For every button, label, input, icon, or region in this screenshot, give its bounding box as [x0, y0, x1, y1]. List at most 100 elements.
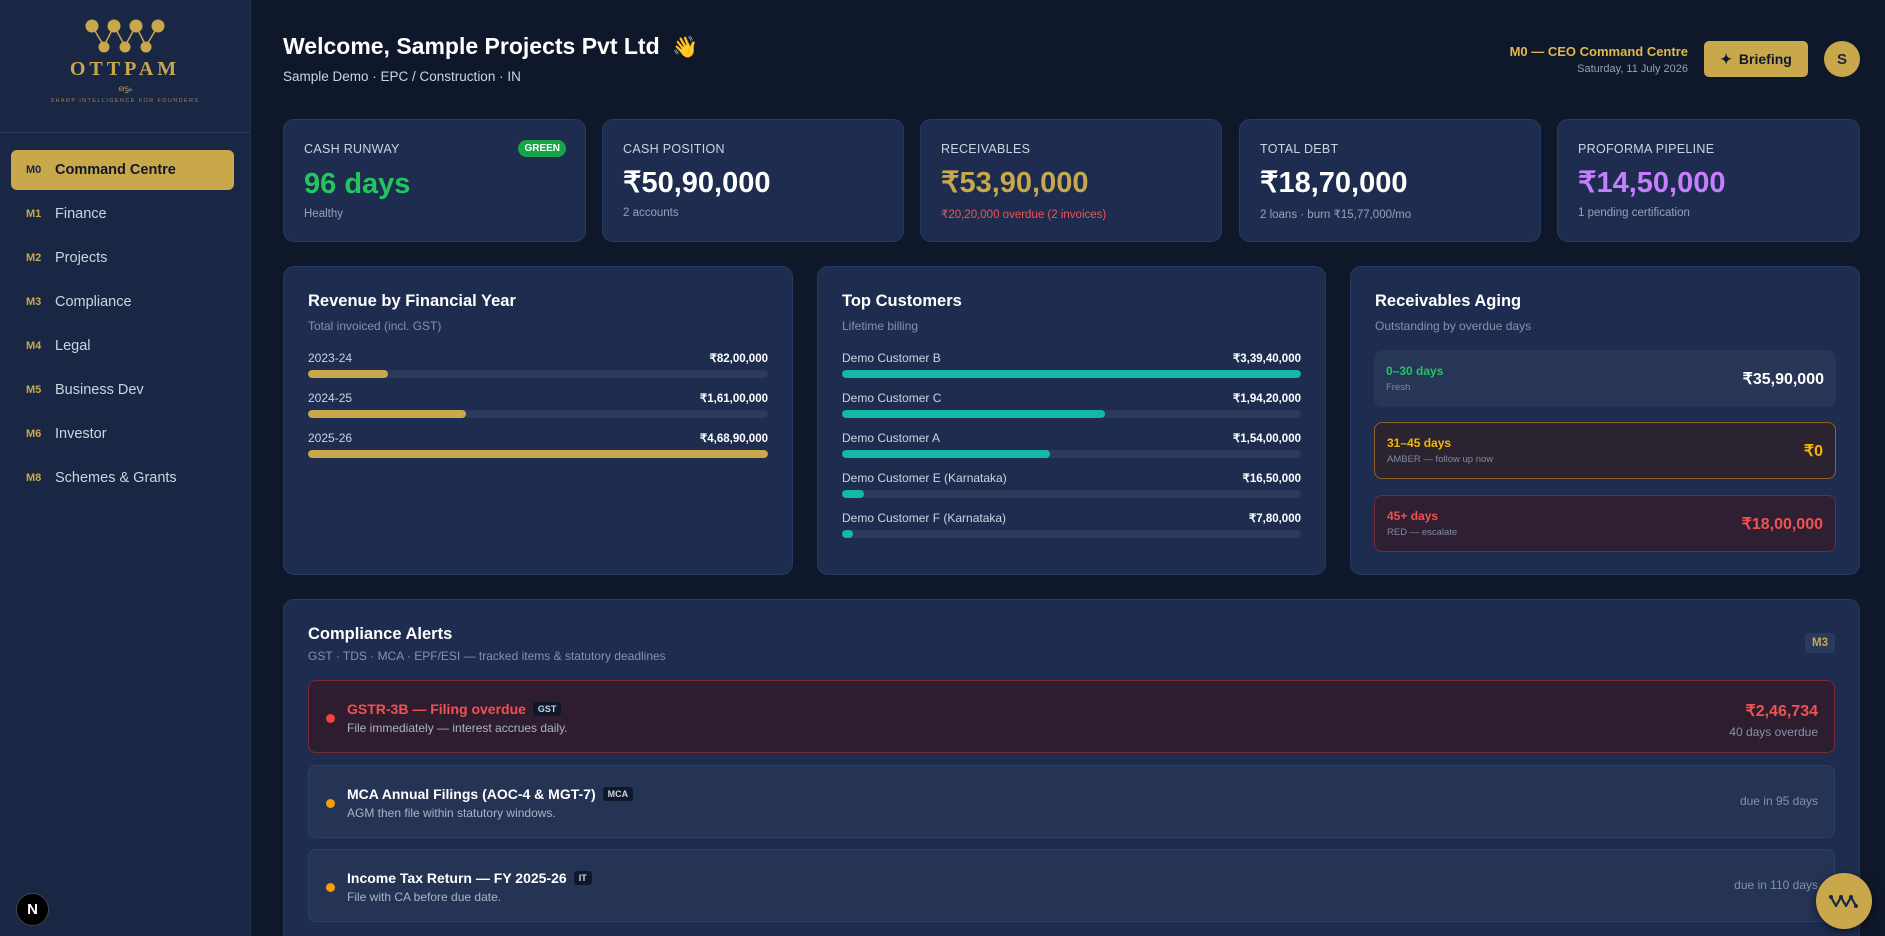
kpi-card-cash-runway: CASH RUNWAY GREEN 96 days Healthy	[283, 119, 586, 242]
bar-value: ₹1,94,20,000	[1232, 393, 1301, 405]
bar-label: Demo Customer A	[842, 431, 941, 445]
aging-bucket-red[interactable]: 45+ days RED — escalate ₹18,00,000	[1374, 495, 1836, 552]
kpi-card-receivables: RECEIVABLES ₹53,90,000 ₹20,20,000 overdu…	[920, 119, 1222, 242]
bar-label: Demo Customer B	[842, 351, 941, 365]
bar-fill	[842, 490, 865, 498]
nav-label: Compliance	[55, 294, 132, 310]
brand-logo[interactable]: OTTPAM ഒട്ടം SHARP INTELLIGENCE FOR FOUN…	[0, 0, 250, 133]
top-customers-panel: Top Customers Lifetime billing Demo Cust…	[817, 266, 1326, 575]
bar-header: Demo Customer C ₹1,94,20,000	[842, 391, 1301, 405]
bar-track	[842, 450, 1301, 458]
revenue-panel: Revenue by Financial Year Total invoiced…	[283, 266, 793, 575]
command-centre-label: M0 — CEO Command Centre	[1509, 44, 1688, 59]
nav-label: Projects	[55, 250, 108, 266]
aging-bucket-fresh[interactable]: 0–30 days Fresh ₹35,90,000	[1374, 350, 1836, 407]
panel-title: Top Customers	[842, 292, 962, 310]
alert-income-tax-return[interactable]: Income Tax Return — FY 2025-26 IT File w…	[308, 849, 1835, 922]
revenue-bar-row[interactable]: 2024-25 ₹1,61,00,000	[308, 391, 768, 431]
bar-value: ₹7,80,000	[1248, 513, 1301, 525]
kpi-label: PROFORMA PIPELINE	[1578, 142, 1715, 156]
bar-header: Demo Customer A ₹1,54,00,000	[842, 431, 1301, 445]
revenue-bar-row[interactable]: 2023-24 ₹82,00,000	[308, 351, 768, 391]
aging-bucket-amber[interactable]: 31–45 days AMBER — follow up now ₹0	[1374, 422, 1836, 479]
kpi-label: TOTAL DEBT	[1260, 142, 1339, 156]
bar-track	[842, 370, 1301, 378]
customer-bar-row[interactable]: Demo Customer B ₹3,39,40,000	[842, 351, 1301, 391]
customer-bar-row[interactable]: Demo Customer A ₹1,54,00,000	[842, 431, 1301, 471]
sidebar-item-business-dev[interactable]: M5 Business Dev	[11, 370, 234, 410]
customer-bar-row[interactable]: Demo Customer C ₹1,94,20,000	[842, 391, 1301, 431]
bar-fill	[308, 410, 466, 418]
sidebar-item-legal[interactable]: M4 Legal	[11, 326, 234, 366]
sidebar-item-schemes-grants[interactable]: M8 Schemes & Grants	[11, 458, 234, 498]
brand-tagline: SHARP INTELLIGENCE FOR FOUNDERS	[50, 98, 200, 104]
bar-fill	[842, 530, 853, 538]
panel-subtitle: GST · TDS · MCA · EPF/ESI — tracked item…	[308, 649, 666, 663]
nav-code: M0	[26, 164, 42, 176]
nav-label: Legal	[55, 338, 91, 354]
bar-label: 2025-26	[308, 431, 353, 445]
sparkle-icon: ✦	[1720, 50, 1732, 67]
ottpam-logo-icon	[85, 19, 165, 53]
company-meta: Sample Demo · EPC / Construction · IN	[283, 69, 521, 84]
bar-value: ₹1,61,00,000	[699, 393, 768, 405]
header-context: M0 — CEO Command Centre Saturday, 11 Jul…	[1510, 44, 1688, 75]
sidebar-item-compliance[interactable]: M3 Compliance	[11, 282, 234, 322]
kpi-label: CASH POSITION	[623, 142, 725, 156]
aging-note: Fresh	[1386, 382, 1411, 393]
assistant-fab[interactable]	[1816, 873, 1872, 929]
alert-gstr3b[interactable]: GSTR-3B — Filing overdue GST File immedi…	[308, 680, 1835, 753]
alert-tag: GST	[532, 702, 562, 716]
aging-value: ₹18,00,000	[1741, 515, 1823, 533]
nav-code: M8	[26, 472, 42, 484]
status-dot	[326, 883, 335, 892]
bar-value: ₹16,50,000	[1242, 473, 1301, 485]
aging-label: 31–45 days	[1387, 436, 1452, 450]
bar-header: 2024-25 ₹1,61,00,000	[308, 391, 768, 405]
sidebar-item-investor[interactable]: M6 Investor	[11, 414, 234, 454]
briefing-label: Briefing	[1738, 51, 1792, 67]
nav-label: Business Dev	[55, 382, 144, 398]
kpi-sub: 2 loans · burn ₹15,77,000/mo	[1260, 209, 1412, 221]
nextjs-dev-badge[interactable]: N	[16, 893, 49, 926]
customer-bar-row[interactable]: Demo Customer F (Karnataka) ₹7,80,000	[842, 511, 1301, 551]
kpi-label: RECEIVABLES	[941, 142, 1031, 156]
alert-mca-annual[interactable]: MCA Annual Filings (AOC-4 & MGT-7) MCA A…	[308, 765, 1835, 838]
brand-script: ഒട്ടം	[118, 84, 132, 93]
compliance-alerts-panel: Compliance Alerts GST · TDS · MCA · EPF/…	[283, 599, 1860, 936]
bar-fill	[842, 410, 1105, 418]
sidebar-item-finance[interactable]: M1 Finance	[11, 194, 234, 234]
alert-description: File immediately — interest accrues dail…	[347, 721, 568, 735]
alert-due: due in 95 days	[1739, 794, 1818, 808]
sidebar-item-projects[interactable]: M2 Projects	[11, 238, 234, 278]
alert-overdue: 40 days overdue	[1729, 725, 1818, 739]
bar-track	[842, 490, 1301, 498]
briefing-button[interactable]: ✦ Briefing	[1704, 41, 1808, 77]
aging-label: 45+ days	[1387, 509, 1439, 523]
kpi-sub: 1 pending certification	[1578, 207, 1690, 219]
nav-code: M4	[26, 340, 42, 352]
customer-bar-list: Demo Customer B ₹3,39,40,000 Demo Customer…	[842, 351, 1301, 551]
bar-label: 2023-24	[308, 351, 353, 365]
panel-title: Compliance Alerts	[308, 625, 453, 643]
status-dot	[326, 714, 335, 723]
bar-track	[308, 370, 768, 378]
user-avatar[interactable]: S	[1824, 41, 1860, 77]
status-dot	[326, 799, 335, 808]
bar-label: Demo Customer F (Karnataka)	[842, 511, 1007, 525]
bar-header: Demo Customer F (Karnataka) ₹7,80,000	[842, 511, 1301, 525]
nav-code: M2	[26, 252, 42, 264]
panel-subtitle: Outstanding by overdue days	[1375, 319, 1532, 333]
nav-label: Finance	[55, 206, 107, 222]
sidebar-item-command-centre[interactable]: M0 Command Centre	[11, 150, 234, 190]
bar-header: 2025-26 ₹4,68,90,000	[308, 431, 768, 445]
module-tag[interactable]: M3	[1805, 633, 1835, 653]
kpi-card-cash-position: CASH POSITION ₹50,90,000 2 accounts	[602, 119, 904, 242]
alert-title-text: MCA Annual Filings (AOC-4 & MGT-7)	[347, 786, 596, 802]
customer-bar-row[interactable]: Demo Customer E (Karnataka) ₹16,50,000	[842, 471, 1301, 511]
kpi-label: CASH RUNWAY	[304, 142, 400, 156]
revenue-bar-row[interactable]: 2025-26 ₹4,68,90,000	[308, 431, 768, 471]
nav-code: M3	[26, 296, 42, 308]
bar-fill	[842, 370, 1301, 378]
kpi-sub: 2 accounts	[623, 207, 679, 219]
